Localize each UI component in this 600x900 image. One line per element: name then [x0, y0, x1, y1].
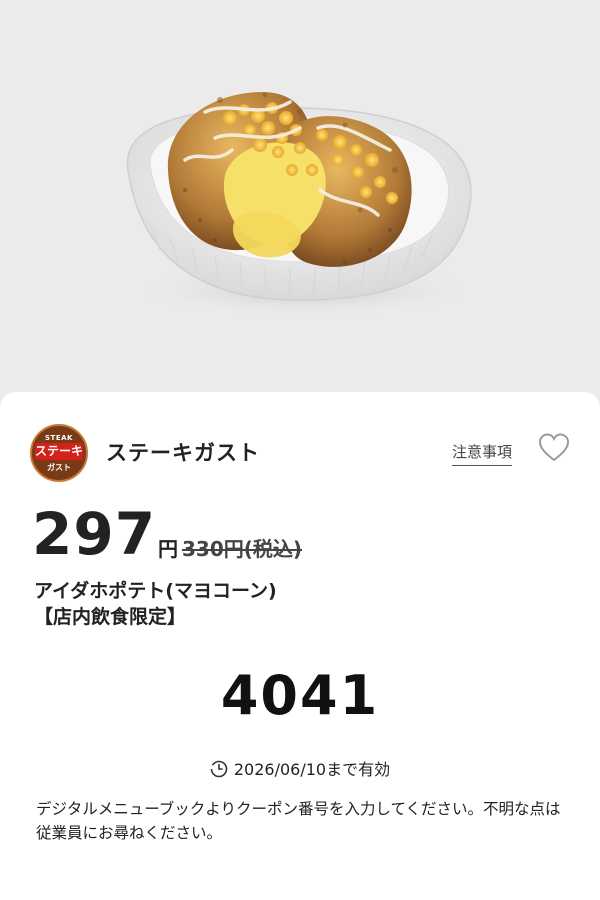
original-price: 330円(税込): [182, 537, 303, 561]
brand-row: STEAK ステーキ ガスト ステーキガスト 注意事項: [30, 422, 570, 482]
price-currency: 円: [158, 537, 178, 561]
heart-outline-icon[interactable]: [537, 431, 571, 465]
expiry-text: 2026/06/10まで有効: [233, 760, 391, 779]
coupon-page: STEAK ステーキ ガスト ステーキガスト 注意事項 297 円 330円(税…: [0, 0, 600, 900]
discount-price: 297: [32, 500, 157, 568]
logo-band-text: ステーキ: [35, 443, 84, 460]
logo-bottom-text: ガスト: [47, 463, 71, 472]
clock-icon: [209, 760, 228, 782]
instruction-text: デジタルメニューブックよりクーポン番号を入力してください。不明な点は従業員にお尋…: [36, 800, 561, 842]
coupon-card: STEAK ステーキ ガスト ステーキガスト 注意事項 297 円 330円(税…: [0, 392, 600, 900]
brand-name: ステーキガスト: [106, 441, 260, 465]
coupon-code: 4041: [220, 664, 380, 727]
product-restriction: 【店内飲食限定】: [34, 606, 187, 628]
brand-logo: STEAK ステーキ ガスト: [30, 424, 88, 482]
logo-top-text: STEAK: [45, 434, 73, 442]
expiry-row: 2026/06/10まで有効: [0, 756, 600, 782]
product-photo: [0, 0, 600, 400]
notes-link[interactable]: 注意事項: [452, 441, 513, 466]
product-name: アイダホポテト(マヨコーン): [34, 580, 277, 602]
baked-potato-image: [126, 92, 480, 318]
